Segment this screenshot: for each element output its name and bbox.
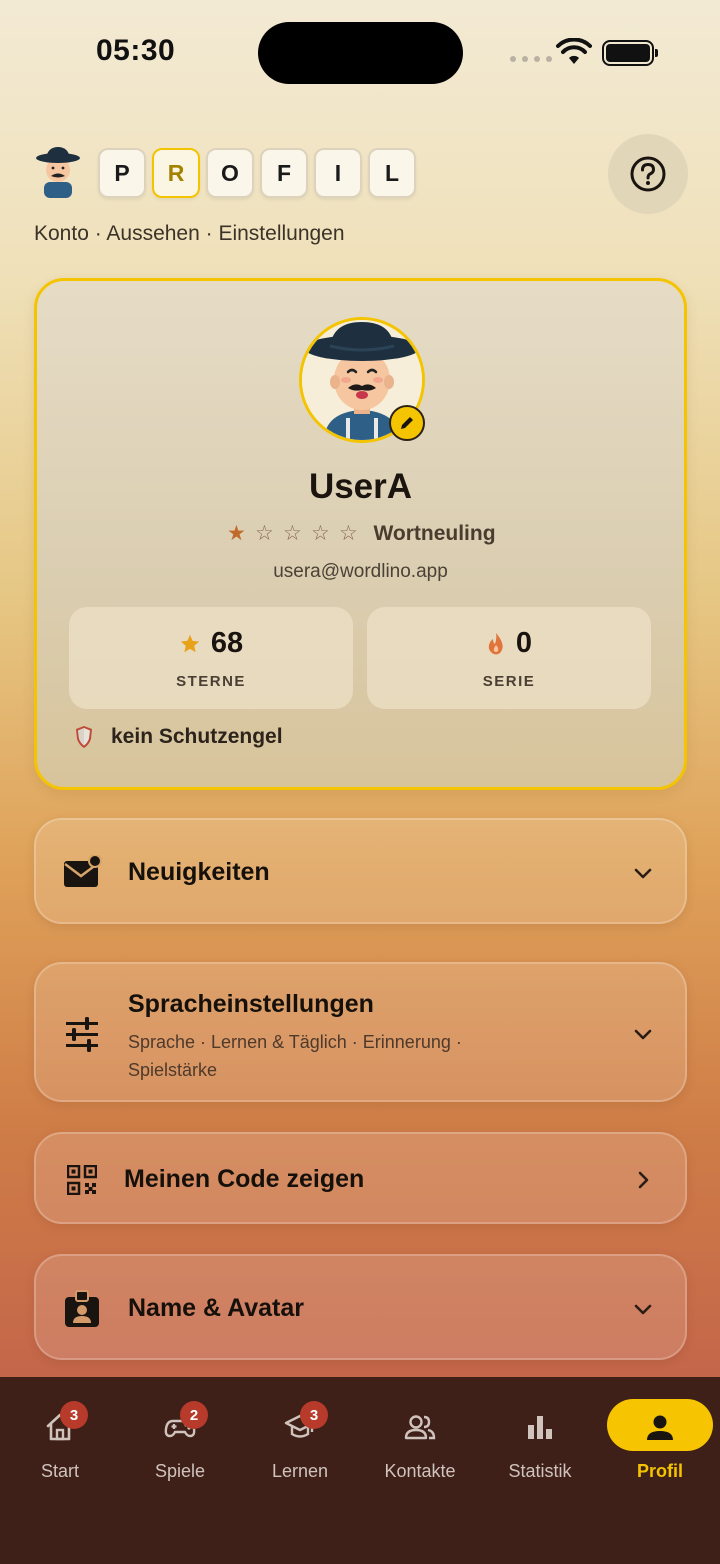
shield-icon xyxy=(76,726,92,748)
nav-contacts[interactable]: Kontakte xyxy=(360,1377,480,1497)
nav-start[interactable]: 3 Start xyxy=(0,1377,120,1497)
qr-code-icon xyxy=(60,1158,104,1202)
star-icon xyxy=(180,634,200,652)
nav-label: Start xyxy=(40,1461,79,1481)
title-tiles: P R O F I L xyxy=(98,148,416,198)
id-badge-icon xyxy=(60,1287,104,1331)
nav-label: Statistik xyxy=(508,1461,572,1481)
section-name-avatar-title: Name & Avatar xyxy=(128,1294,305,1322)
section-show-code[interactable]: Meinen Code zeigen xyxy=(34,1132,687,1224)
cellular-signal-icon xyxy=(510,56,552,62)
star-empty-icon: ☆ xyxy=(339,522,358,545)
help-button[interactable] xyxy=(608,134,688,214)
bar-chart-icon xyxy=(528,1416,552,1439)
title-letter-tile: R xyxy=(152,148,200,198)
stars-label: STERNE xyxy=(176,673,246,690)
nav-label: Lernen xyxy=(271,1461,329,1481)
page-subtitle: Konto · Aussehen · Einstellungen xyxy=(34,222,345,245)
nav-badge: 2 xyxy=(180,1401,208,1429)
section-language-title: Spracheinstellungen xyxy=(128,990,374,1018)
contacts-icon xyxy=(404,1415,436,1440)
title-letter-tile: P xyxy=(98,148,146,198)
section-language-settings[interactable]: Spracheinstellungen Sprache · Lernen & T… xyxy=(34,962,687,1102)
user-email: usera@wordlino.app xyxy=(273,561,448,582)
star-empty-icon: ☆ xyxy=(283,522,302,545)
mail-icon xyxy=(60,851,104,895)
username: UserA xyxy=(308,467,413,506)
bottom-navigation: 3 Start 2 Spiele 3 Lernen Kontakte Stati… xyxy=(0,1377,720,1564)
chevron-down-icon xyxy=(634,1304,652,1315)
edit-avatar-button[interactable] xyxy=(389,405,425,441)
title-letter-tile: L xyxy=(368,148,416,198)
nav-learn[interactable]: 3 Lernen xyxy=(240,1377,360,1497)
title-letter-tile: I xyxy=(314,148,362,198)
battery-icon xyxy=(602,40,658,66)
chevron-down-icon xyxy=(634,1029,652,1040)
chevron-down-icon xyxy=(634,868,652,879)
header-avatar-icon[interactable] xyxy=(34,146,82,198)
nav-games[interactable]: 2 Spiele xyxy=(120,1377,240,1497)
status-time: 05:30 xyxy=(96,34,176,67)
streak-label: SERIE xyxy=(482,673,536,690)
user-icon xyxy=(647,1415,673,1440)
chevron-right-icon xyxy=(638,1171,649,1189)
title-letter-tile: O xyxy=(206,148,254,198)
section-language-subtitle: Sprache · Lernen & Täglich · Erinnerung … xyxy=(128,1032,462,1080)
profile-card: UserA ★ ☆ ☆ ☆ ☆ Wortneuling usera@wordli… xyxy=(34,278,687,790)
sliders-icon xyxy=(60,1012,104,1056)
star-filled-icon: ★ xyxy=(227,522,246,545)
wifi-icon xyxy=(556,38,592,64)
stars-count: 68 xyxy=(210,627,244,659)
nav-statistics[interactable]: Statistik xyxy=(480,1377,600,1497)
guardian-row: kein Schutzengel xyxy=(75,725,283,749)
title-letter-tile: F xyxy=(260,148,308,198)
nav-profile[interactable]: Profil xyxy=(600,1377,720,1497)
nav-badge: 3 xyxy=(60,1401,88,1429)
section-name-avatar[interactable]: Name & Avatar xyxy=(34,1254,687,1360)
nav-badge: 3 xyxy=(300,1401,328,1429)
rank-row: ★ ☆ ☆ ☆ ☆ Wortneuling xyxy=(37,521,684,546)
guardian-label: kein Schutzengel xyxy=(111,725,283,748)
flame-icon xyxy=(488,632,503,654)
section-news-title: Neuigkeiten xyxy=(128,858,270,886)
section-news[interactable]: Neuigkeiten xyxy=(34,818,687,924)
nav-label: Profil xyxy=(636,1461,683,1481)
streak-count: 0 xyxy=(515,627,533,659)
pencil-icon xyxy=(401,417,413,429)
rank-label: Wortneuling xyxy=(373,521,496,545)
section-show-code-title: Meinen Code zeigen xyxy=(124,1165,365,1193)
nav-label: Kontakte xyxy=(384,1461,456,1481)
streak-stat: 0 SERIE xyxy=(367,607,651,709)
question-icon xyxy=(630,156,666,192)
nav-label: Spiele xyxy=(154,1461,206,1481)
dynamic-island xyxy=(258,22,463,84)
star-empty-icon: ☆ xyxy=(311,522,330,545)
star-empty-icon: ☆ xyxy=(255,522,274,545)
stars-stat: 68 STERNE xyxy=(69,607,353,709)
